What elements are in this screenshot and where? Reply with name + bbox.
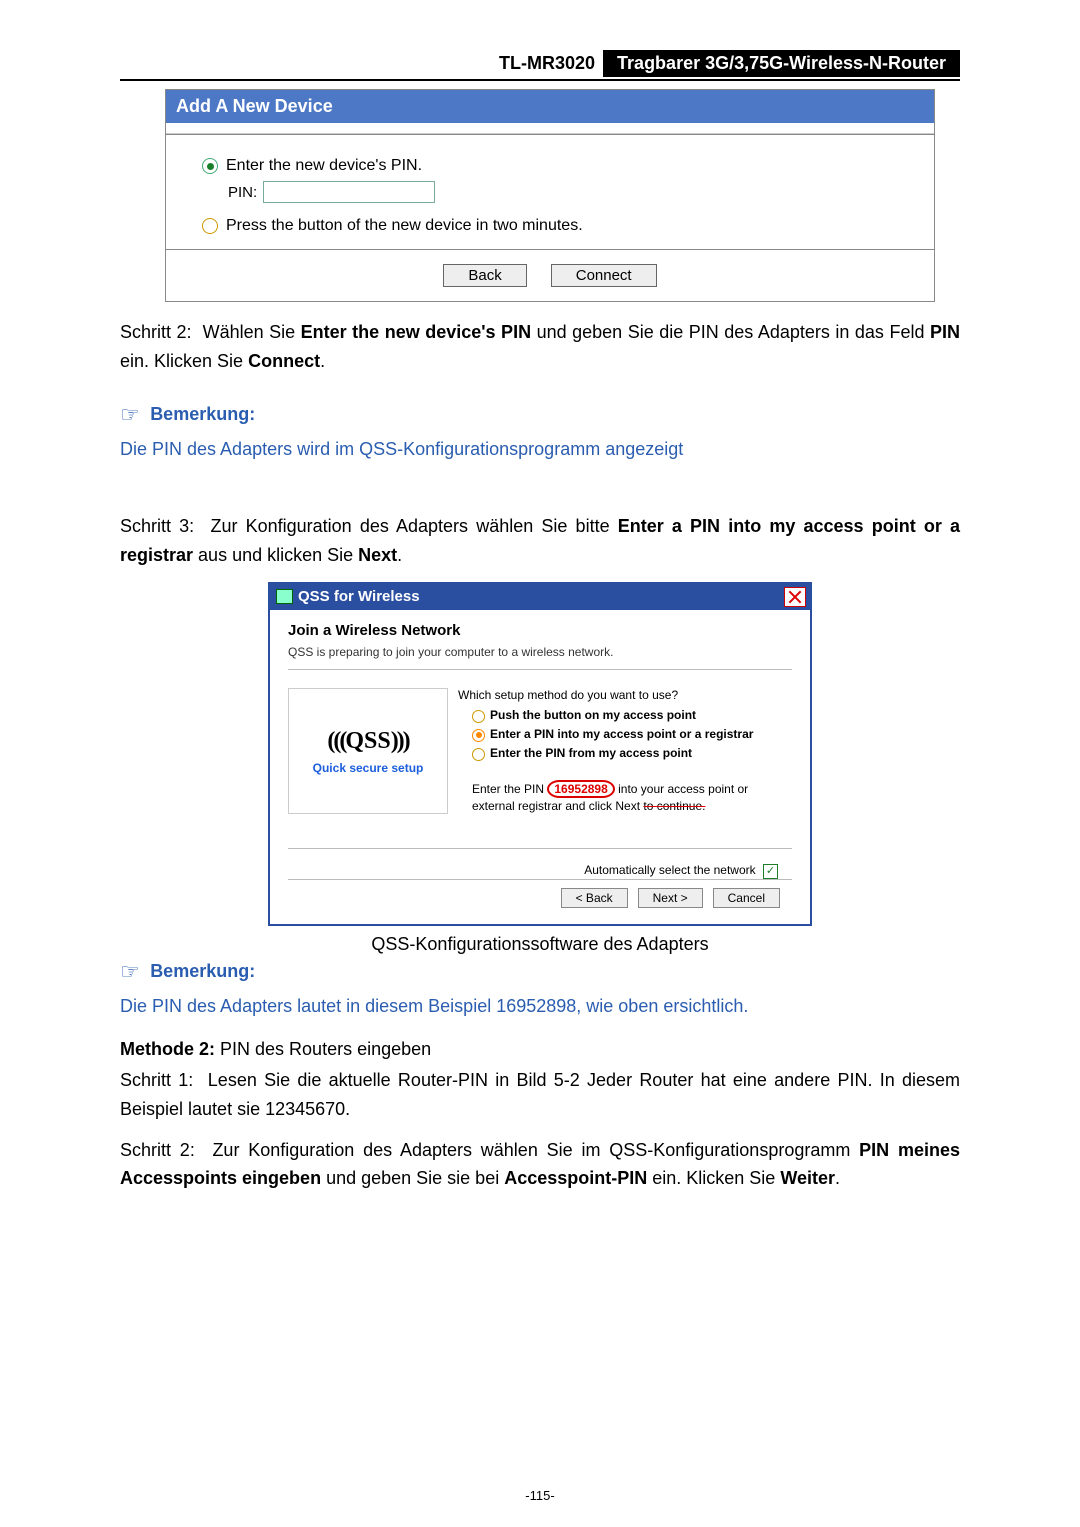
panel-title: Add A New Device [166, 90, 934, 123]
qss-next-button[interactable]: Next > [638, 888, 703, 908]
connect-button[interactable]: Connect [551, 264, 657, 287]
qss-title: QSS for Wireless [298, 588, 420, 605]
pin-input[interactable] [263, 181, 435, 203]
auto-select-checkbox[interactable]: ✓ [763, 864, 778, 879]
note1-text: Die PIN des Adapters wird im QSS-Konfigu… [120, 434, 960, 465]
qss-back-button[interactable]: < Back [561, 888, 628, 908]
add-device-panel: Add A New Device Enter the new device's … [165, 89, 935, 302]
qss-subtext: QSS is preparing to join your computer t… [288, 645, 792, 659]
radio-icon [202, 158, 218, 174]
m2-step2: Schritt 2: Zur Konfiguration des Adapter… [120, 1136, 960, 1194]
document-header: TL-MR3020 Tragbarer 3G/3,75G-Wireless-N-… [120, 50, 960, 81]
method-question: Which setup method do you want to use? [458, 688, 792, 702]
qss-instruction: Enter the PIN 16952898 into your access … [472, 781, 792, 815]
step2-text: Schritt 2: Wählen Sie Enter the new devi… [120, 318, 960, 376]
radio-icon [472, 710, 485, 723]
opt-enter-pin-ap[interactable]: Enter a PIN into my access point or a re… [472, 727, 792, 742]
back-button[interactable]: Back [443, 264, 526, 287]
qss-logo-caption: Quick secure setup [313, 761, 424, 775]
radio-enter-pin[interactable]: Enter the new device's PIN. [202, 157, 916, 175]
note-title: Bemerkung: [150, 961, 255, 981]
opt-push-button[interactable]: Push the button on my access point [472, 708, 792, 723]
step3-text: Schritt 3: Zur Konfiguration des Adapter… [120, 512, 960, 570]
qss-dialog: QSS for Wireless Join a Wireless Network… [268, 582, 812, 926]
close-icon[interactable] [784, 587, 806, 607]
radio-press-button[interactable]: Press the button of the new device in tw… [202, 217, 916, 235]
pin-label: PIN: [228, 184, 257, 201]
m2-step1: Schritt 1: Lesen Sie die aktuelle Router… [120, 1066, 960, 1124]
radio-icon [472, 729, 485, 742]
figure-caption: QSS-Konfigurationssoftware des Adapters [120, 934, 960, 955]
method2-heading: Methode 2: PIN des Routers eingeben [120, 1035, 960, 1064]
qss-app-icon [276, 589, 293, 604]
note-icon: ☞ [120, 959, 140, 985]
qss-heading: Join a Wireless Network [288, 622, 792, 639]
page-number: -115- [0, 1488, 1080, 1503]
auto-select-row: Automatically select the network ✓ [288, 863, 778, 878]
header-title: Tragbarer 3G/3,75G-Wireless-N-Router [603, 50, 960, 77]
radio-label: Press the button of the new device in tw… [226, 217, 583, 235]
model-number: TL-MR3020 [491, 50, 603, 77]
note-title: Bemerkung: [150, 404, 255, 424]
note2-text: Die PIN des Adapters lautet in diesem Be… [120, 991, 960, 1022]
radio-icon [472, 748, 485, 761]
radio-label: Enter the new device's PIN. [226, 157, 422, 175]
qss-cancel-button[interactable]: Cancel [713, 888, 780, 908]
qss-logo-box: (((QSS))) Quick secure setup [288, 688, 448, 815]
pin-highlight: 16952898 [547, 780, 614, 798]
radio-icon [202, 218, 218, 234]
note-icon: ☞ [120, 402, 140, 428]
opt-enter-pin-from[interactable]: Enter the PIN from my access point [472, 746, 792, 761]
